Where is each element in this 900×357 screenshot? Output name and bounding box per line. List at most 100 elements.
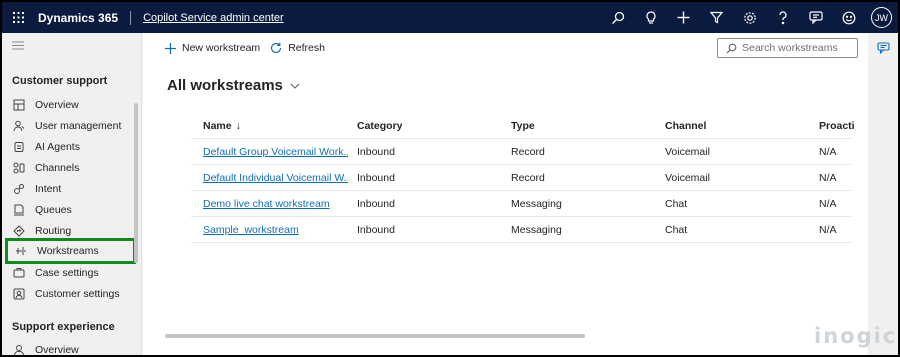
case-settings-icon bbox=[12, 266, 26, 280]
overview-icon bbox=[12, 98, 26, 112]
new-workstream-button[interactable]: New workstream bbox=[165, 42, 260, 54]
cell-proactive: N/A bbox=[819, 172, 837, 184]
sidebar-item-user-management[interactable]: User management bbox=[6, 115, 134, 136]
horizontal-scrollbar[interactable] bbox=[165, 334, 585, 338]
intent-icon bbox=[12, 182, 26, 196]
cell-category: Inbound bbox=[357, 172, 395, 184]
table-row[interactable]: Default Group Voicemail Work... Inbound … bbox=[191, 139, 851, 165]
column-header-type[interactable]: Type bbox=[511, 113, 651, 139]
cell-channel: Voicemail bbox=[665, 172, 710, 184]
workstream-name-link[interactable]: Default Individual Voicemail W... bbox=[203, 172, 348, 184]
plus-icon bbox=[165, 42, 176, 54]
sort-arrow-icon: ↓ bbox=[235, 120, 241, 132]
sidebar-item-label: Customer settings bbox=[35, 287, 120, 300]
sidebar-section-customer-support: Customer support bbox=[12, 75, 108, 87]
sidebar-item-ai-agents[interactable]: AI Agents bbox=[6, 136, 134, 157]
search-placeholder: Search workstreams bbox=[742, 42, 838, 54]
refresh-button[interactable]: Refresh bbox=[270, 42, 325, 54]
overview-icon bbox=[12, 343, 26, 355]
sidebar-item-channels[interactable]: Channels bbox=[6, 157, 134, 178]
grid-header: Name ↓ Category Type Channel Proacti bbox=[191, 113, 855, 139]
sidebar-item-label: AI Agents bbox=[35, 140, 80, 153]
sidebar-section-support-experience: Support experience bbox=[12, 321, 115, 333]
cell-channel: Voicemail bbox=[665, 146, 710, 158]
table-row[interactable]: Sample_workstream Inbound Messaging Chat… bbox=[191, 217, 851, 243]
search-icon[interactable] bbox=[601, 2, 634, 33]
channels-icon bbox=[12, 161, 26, 175]
cell-proactive: N/A bbox=[819, 224, 837, 236]
app-name-link[interactable]: Copilot Service admin center bbox=[143, 12, 284, 24]
table-row[interactable]: Demo live chat workstream Inbound Messag… bbox=[191, 191, 851, 217]
sidebar-item-label: Overview bbox=[35, 98, 79, 111]
table-row[interactable]: Default Individual Voicemail W... Inboun… bbox=[191, 165, 851, 191]
workstreams-icon bbox=[14, 244, 28, 258]
main-content: New workstream Refresh Search workstream… bbox=[143, 33, 868, 355]
cell-channel: Chat bbox=[665, 224, 688, 236]
cell-category: Inbound bbox=[357, 146, 395, 158]
plus-icon[interactable] bbox=[667, 2, 700, 33]
ai-agents-icon bbox=[12, 140, 26, 154]
sidebar-item-overview[interactable]: Overview bbox=[6, 94, 134, 115]
sidebar-item-label: Overview bbox=[35, 343, 79, 356]
top-bar: Dynamics 365 Copilot Service admin cente… bbox=[2, 2, 898, 33]
refresh-label: Refresh bbox=[288, 42, 325, 54]
help-icon[interactable] bbox=[766, 2, 799, 33]
smiley-icon[interactable] bbox=[832, 2, 865, 33]
column-header-category[interactable]: Category bbox=[357, 113, 497, 139]
cell-type: Messaging bbox=[511, 224, 562, 236]
sidebar-item-customer-settings[interactable]: Customer settings bbox=[6, 283, 134, 304]
new-workstream-label: New workstream bbox=[182, 42, 261, 54]
right-rail bbox=[868, 33, 898, 355]
lightbulb-icon[interactable] bbox=[634, 2, 667, 33]
brand-name[interactable]: Dynamics 365 bbox=[38, 11, 118, 25]
cell-proactive: N/A bbox=[819, 146, 837, 158]
routing-icon bbox=[12, 224, 26, 238]
filter-icon[interactable] bbox=[700, 2, 733, 33]
column-header-channel[interactable]: Channel bbox=[665, 113, 805, 139]
top-icons: JW bbox=[601, 2, 898, 33]
cell-channel: Chat bbox=[665, 198, 688, 210]
view-selector[interactable]: All workstreams bbox=[167, 77, 300, 94]
watermark-logo: inogic bbox=[814, 324, 898, 348]
workstream-name-link[interactable]: Demo live chat workstream bbox=[203, 198, 330, 210]
gear-icon[interactable] bbox=[733, 2, 766, 33]
sidebar-scrollbar[interactable] bbox=[134, 103, 138, 263]
sidebar: Customer support Overview User managemen… bbox=[2, 33, 142, 355]
workstream-name-link[interactable]: Default Group Voicemail Work... bbox=[203, 146, 348, 158]
cell-category: Inbound bbox=[357, 198, 395, 210]
conversation-icon[interactable] bbox=[877, 42, 890, 54]
sidebar-item-label: Workstreams bbox=[37, 245, 99, 257]
column-header-proactive[interactable]: Proacti bbox=[819, 113, 859, 139]
chevron-down-icon bbox=[290, 83, 300, 89]
sidebar-item-queues[interactable]: Queues bbox=[6, 199, 134, 220]
customer-settings-icon bbox=[12, 287, 26, 301]
sidebar-item-label: Intent bbox=[35, 182, 62, 195]
sidebar-item-label: Queues bbox=[35, 203, 72, 216]
sidebar-item-case-settings[interactable]: Case settings bbox=[6, 262, 134, 283]
sidebar-item-overview-2[interactable]: Overview bbox=[6, 339, 134, 355]
sidebar-item-workstreams[interactable]: Workstreams bbox=[5, 238, 136, 264]
sidebar-item-label: Case settings bbox=[35, 266, 99, 279]
queues-icon bbox=[12, 203, 26, 217]
search-icon bbox=[726, 43, 737, 54]
command-bar: New workstream Refresh Search workstream… bbox=[143, 33, 868, 63]
cell-category: Inbound bbox=[357, 224, 395, 236]
sidebar-item-label: Channels bbox=[35, 161, 80, 174]
app-launcher-icon[interactable] bbox=[2, 2, 34, 33]
hamburger-icon[interactable] bbox=[12, 41, 24, 53]
cell-type: Record bbox=[511, 146, 545, 158]
app-window: Dynamics 365 Copilot Service admin cente… bbox=[2, 2, 898, 355]
column-header-name[interactable]: Name ↓ bbox=[203, 113, 348, 139]
brand-divider bbox=[130, 10, 132, 25]
cell-type: Messaging bbox=[511, 198, 562, 210]
search-input[interactable]: Search workstreams bbox=[717, 38, 858, 58]
page-title: All workstreams bbox=[167, 77, 283, 94]
sidebar-item-intent[interactable]: Intent bbox=[6, 178, 134, 199]
cell-type: Record bbox=[511, 172, 545, 184]
refresh-icon bbox=[270, 42, 282, 54]
sidebar-item-label: User management bbox=[35, 119, 122, 132]
workstreams-grid: Name ↓ Category Type Channel Proacti Def… bbox=[191, 113, 855, 243]
avatar[interactable]: JW bbox=[871, 7, 892, 28]
workstream-name-link[interactable]: Sample_workstream bbox=[203, 224, 299, 236]
chat-icon[interactable] bbox=[799, 2, 832, 33]
